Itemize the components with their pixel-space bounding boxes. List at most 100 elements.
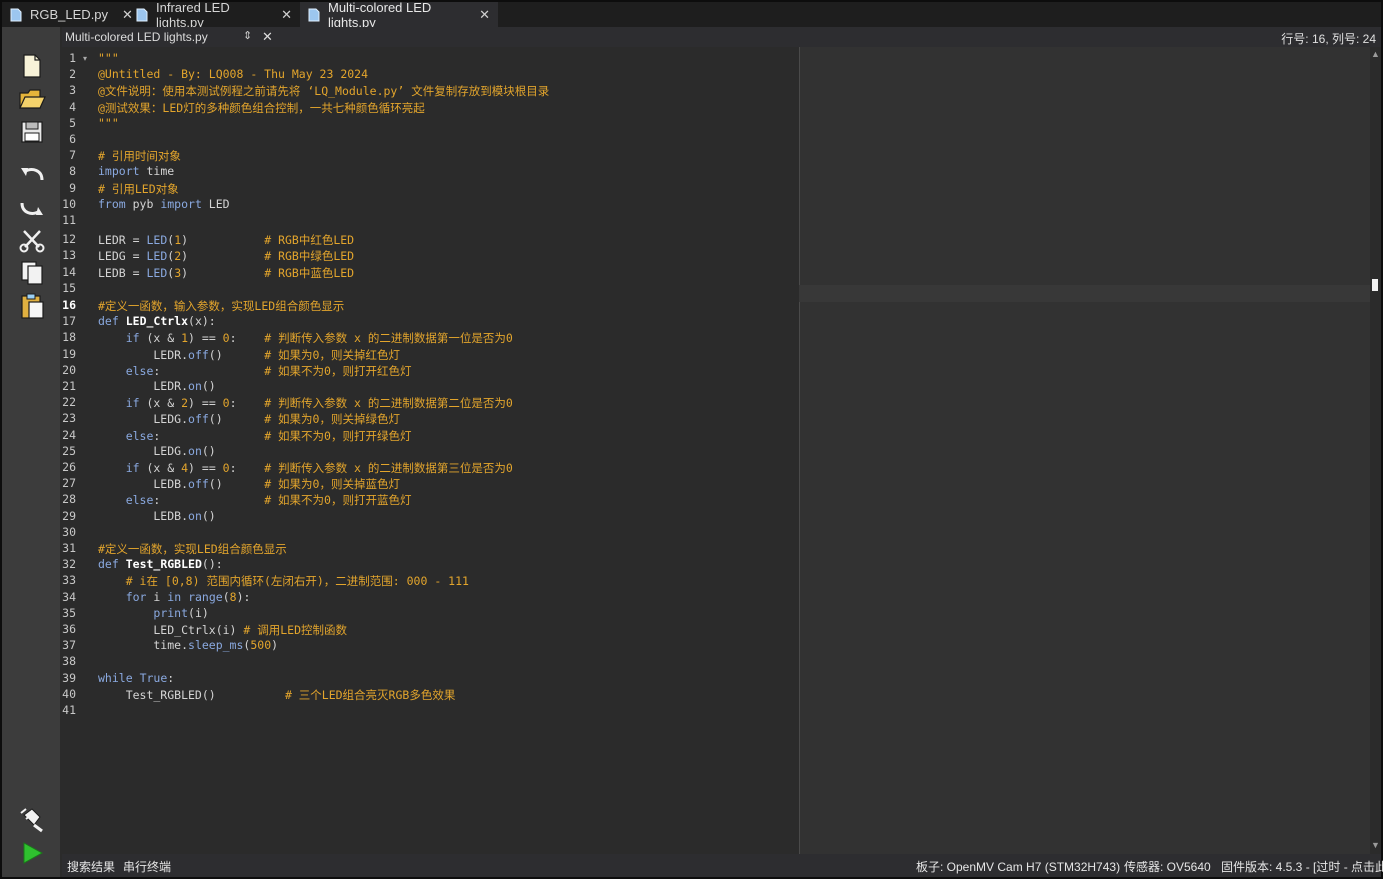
open-folder-icon xyxy=(19,89,46,109)
line-number: 32 xyxy=(62,557,76,571)
editor-margin-area xyxy=(799,47,1370,854)
code-line: else: # 如果不为0，则打开蓝色灯 xyxy=(125,493,412,507)
serial-terminal-tab[interactable]: 串行终端 xyxy=(123,858,171,875)
code-line: time.sleep_ms(500) xyxy=(98,638,279,652)
code-line: else: # 如果不为0，则打开绿色灯 xyxy=(125,429,412,443)
connect-icon xyxy=(20,808,43,833)
code-line: LEDR = LED(1) # RGB中红色LED xyxy=(98,233,355,247)
line-number: 21 xyxy=(62,379,76,393)
tab-close-icon[interactable]: ✕ xyxy=(281,7,292,23)
line-number: 39 xyxy=(62,671,76,685)
tab-close-icon[interactable]: ✕ xyxy=(479,7,490,23)
code-line: def Test_RGBLED(): xyxy=(98,557,223,571)
tab-infrared-led[interactable]: Infrared LED lights.py ✕ xyxy=(128,0,300,30)
copy-button[interactable] xyxy=(17,258,47,288)
code-line: #定义一函数，输入参数，实现LED组合颜色显示 xyxy=(98,299,345,313)
scroll-down-icon[interactable]: ▼ xyxy=(1371,840,1380,850)
line-number: 13 xyxy=(62,248,76,262)
line-number: 36 xyxy=(62,622,76,636)
line-number: 9 xyxy=(69,181,76,195)
board-info: 板子: OpenMV Cam H7 (STM32H743) xyxy=(916,860,1121,874)
run-icon xyxy=(23,842,44,864)
line-number: 37 xyxy=(62,638,76,652)
python-file-icon xyxy=(136,8,148,22)
save-button[interactable] xyxy=(17,117,47,147)
code-line: LEDG = LED(2) # RGB中绿色LED xyxy=(98,249,355,263)
code-line: else: # 如果不为0，则打开红色灯 xyxy=(125,364,412,378)
line-number: 3 xyxy=(69,83,76,97)
line-number: 1 xyxy=(69,51,76,65)
copy-icon xyxy=(21,261,43,285)
line-number: 38 xyxy=(62,654,76,668)
line-number: 16 xyxy=(62,298,76,312)
code-line: """ xyxy=(98,51,119,65)
scrollbar-thumb[interactable] xyxy=(1372,279,1378,291)
undo-icon xyxy=(21,168,44,181)
file-header: Multi-colored LED lights.py ⇕ ✕ 行号: 16, … xyxy=(62,27,1381,47)
line-number: 40 xyxy=(62,687,76,701)
line-number: 28 xyxy=(62,492,76,506)
open-file-button[interactable] xyxy=(17,84,47,114)
line-number: 26 xyxy=(62,460,76,474)
line-number: 4 xyxy=(69,100,76,114)
code-line: if (x & 1) == 0: # 判断传入参数 x 的二进制数据第一位是否为… xyxy=(125,331,513,345)
code-line: #定义一函数，实现LED组合颜色显示 xyxy=(98,542,287,556)
code-editor[interactable]: """ @Untitled - By: LQ008 - Thu May 23 20… xyxy=(95,47,798,854)
redo-button[interactable] xyxy=(17,191,47,221)
tab-label: Infrared LED lights.py xyxy=(156,0,230,30)
code-line: while True: xyxy=(98,671,175,685)
line-number: 8 xyxy=(69,164,76,178)
line-number: 22 xyxy=(62,395,76,409)
code-line: if (x & 4) == 0: # 判断传入参数 x 的二进制数据第三位是否为… xyxy=(125,461,513,475)
connect-button[interactable] xyxy=(17,804,47,834)
cut-button[interactable] xyxy=(17,225,47,255)
search-results-tab[interactable]: 搜索结果 xyxy=(67,858,115,875)
line-number: 31 xyxy=(62,541,76,555)
code-line: LEDB.off() # 如果为0，则关掉蓝色灯 xyxy=(98,477,400,491)
code-line: Test_RGBLED() # 三个LED组合亮灭RGB多色效果 xyxy=(98,688,456,702)
line-number: 18 xyxy=(62,330,76,344)
python-file-icon xyxy=(10,8,22,22)
code-line: LED_Ctrlx(i) # 调用LED控制函数 xyxy=(98,623,348,637)
line-number: 6 xyxy=(69,132,76,146)
code-line: LEDB = LED(3) # RGB中蓝色LED xyxy=(98,266,355,280)
save-icon xyxy=(21,121,43,143)
code-line: print(i) xyxy=(153,606,209,620)
line-number: 30 xyxy=(62,525,76,539)
scroll-up-icon[interactable]: ▲ xyxy=(1371,49,1380,59)
code-line: @文件说明：使用本测试例程之前请先将 ‘LQ_Module.py’ 文件复制存放… xyxy=(98,84,550,98)
line-number: 12 xyxy=(62,232,76,246)
line-number: 25 xyxy=(62,444,76,458)
code-line: @测试效果：LED灯的多种颜色组合控制，一共七种颜色循环亮起 xyxy=(98,101,425,115)
undo-button[interactable] xyxy=(17,158,47,188)
line-number: 41 xyxy=(62,703,76,717)
vertical-scrollbar[interactable]: ▲ ▼ xyxy=(1370,47,1381,854)
code-line: # 引用时间对象 xyxy=(98,149,181,163)
file-selector[interactable]: Multi-colored LED lights.py xyxy=(65,30,208,44)
code-line: LEDR.off() # 如果为0，则关掉红色灯 xyxy=(98,348,400,362)
line-number: 15 xyxy=(62,281,76,295)
line-number: 29 xyxy=(62,509,76,523)
line-number: 5 xyxy=(69,116,76,130)
file-selector-arrows-icon[interactable]: ⇕ xyxy=(243,29,252,42)
paste-button[interactable] xyxy=(17,291,47,321)
code-line: LEDR.on() xyxy=(98,379,216,393)
code-line: def LED_Ctrlx(x): xyxy=(98,314,216,328)
close-file-icon[interactable]: ✕ xyxy=(262,29,273,45)
line-number: 20 xyxy=(62,363,76,377)
fold-arrow-icon[interactable]: ▾ xyxy=(83,54,87,63)
new-file-button[interactable] xyxy=(17,51,47,81)
paste-icon xyxy=(21,293,44,319)
sensor-info: 传感器: OV5640 xyxy=(1124,860,1211,874)
code-line: from pyb import LED xyxy=(98,197,230,211)
line-number: 10 xyxy=(62,197,76,211)
tab-label: Multi-colored LED lights.py xyxy=(328,0,432,30)
tab-rgb-led[interactable]: RGB_LED.py ✕ xyxy=(2,2,133,27)
tab-multicolor-led[interactable]: Multi-colored LED lights.py ✕ xyxy=(300,0,498,30)
left-toolbar xyxy=(2,27,60,877)
tab-bar: RGB_LED.py ✕ Infrared LED lights.py ✕ Mu… xyxy=(2,0,1381,30)
firmware-info[interactable]: 固件版本: 4.5.3 - [过时 - 点击此 xyxy=(1221,858,1383,875)
code-line: # 引用LED对象 xyxy=(98,182,179,196)
cursor-position: 行号: 16, 列号: 24 xyxy=(1281,32,1376,46)
run-button[interactable] xyxy=(17,838,47,868)
